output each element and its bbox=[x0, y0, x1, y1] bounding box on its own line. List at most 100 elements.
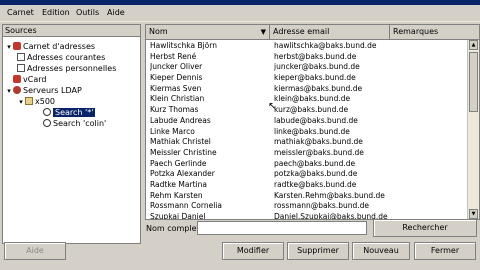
server-icon bbox=[13, 86, 21, 94]
table-row[interactable]: Paech Gerlinde paech@baks.bund.de bbox=[146, 159, 468, 170]
collapse-icon[interactable]: ▾ bbox=[5, 42, 13, 53]
folder-icon bbox=[25, 97, 33, 105]
card-icon bbox=[17, 53, 25, 61]
tree-item-label: Search 'colin' bbox=[53, 119, 107, 128]
row-name: Paech Gerlinde bbox=[150, 158, 207, 168]
row-email: mathiak@baks.bund.de bbox=[274, 137, 363, 147]
row-name: Meissler Christine bbox=[150, 147, 217, 157]
column-header-label: Adresse email bbox=[273, 27, 330, 36]
row-email: juncker@baks.bund.de bbox=[274, 62, 360, 72]
tree-item-label: Adresses personnelles bbox=[27, 64, 117, 73]
row-name: Labude Andreas bbox=[150, 115, 211, 125]
menu-bar: Carnet Edition Outils Aide bbox=[0, 5, 480, 22]
row-email: paech@baks.bund.de bbox=[274, 158, 356, 168]
table-row[interactable]: Linke Marco linke@baks.bund.de bbox=[146, 127, 468, 138]
tree-item-label: vCard bbox=[23, 75, 47, 84]
row-name: Potzka Alexander bbox=[150, 169, 215, 179]
row-email: Karsten.Rehm@baks.bund.de bbox=[274, 190, 385, 200]
new-button[interactable]: Nouveau bbox=[352, 242, 410, 260]
tree-item-label: Adresses courantes bbox=[27, 53, 106, 62]
results-rows: Hawlitschka Björn hawlitschka@baks.bund.d… bbox=[146, 41, 468, 220]
row-email: rossmann@baks.bund.de bbox=[274, 201, 370, 211]
column-header-label: Remarques bbox=[393, 27, 439, 36]
row-email: kieper@baks.bund.de bbox=[274, 73, 356, 83]
row-email: herbst@baks.bund.de bbox=[274, 51, 357, 61]
table-row[interactable]: Potzka Alexander potzka@baks.bund.de bbox=[146, 169, 468, 180]
table-row[interactable]: Meissler Christine meissler@baks.bund.de bbox=[146, 148, 468, 159]
row-name: Kurz Thomas bbox=[150, 105, 199, 115]
scroll-down-icon[interactable]: ▼ bbox=[469, 209, 478, 219]
table-row[interactable]: Hawlitschka Björn hawlitschka@baks.bund.d… bbox=[146, 41, 468, 52]
table-row[interactable]: Labude Andreas labude@baks.bund.de bbox=[146, 116, 468, 127]
search-icon bbox=[43, 119, 51, 127]
table-row[interactable]: Kurz Thomas kurz@baks.bund.de bbox=[146, 105, 468, 116]
sources-panel: Sources ▾ Carnet d'adresses Adresses cour… bbox=[2, 24, 141, 244]
table-row[interactable]: Kiermas Sven kiermas@baks.bund.de bbox=[146, 84, 468, 95]
table-row[interactable]: Herbst René herbst@baks.bund.de bbox=[146, 52, 468, 63]
tree-item-serveurs-ldap[interactable]: ▾ Serveurs LDAP bbox=[5, 85, 82, 96]
address-book-icon bbox=[13, 75, 21, 83]
row-name: Kieper Dennis bbox=[150, 73, 203, 83]
row-name: Mathiak Christel bbox=[150, 137, 211, 147]
column-header-label: Nom bbox=[149, 27, 168, 36]
scroll-up-icon[interactable]: ▲ bbox=[469, 40, 478, 50]
card-icon bbox=[17, 64, 25, 72]
menu-outils[interactable]: Outils bbox=[76, 8, 99, 17]
table-row[interactable]: Mathiak Christel mathiak@baks.bund.de bbox=[146, 137, 468, 148]
tree-item-carnet-adresses[interactable]: ▾ Carnet d'adresses bbox=[5, 41, 95, 52]
modify-button[interactable]: Modifier bbox=[222, 242, 284, 260]
search-button[interactable]: Rechercher bbox=[373, 219, 477, 237]
help-button[interactable]: Aide bbox=[4, 242, 66, 260]
delete-button[interactable]: Supprimer bbox=[287, 242, 349, 260]
tree-item-adresses-courantes[interactable]: Adresses courantes bbox=[17, 52, 105, 63]
row-name: Juncker Oliver bbox=[150, 62, 203, 72]
row-email: klein@baks.bund.de bbox=[274, 94, 351, 104]
menu-carnet[interactable]: Carnet bbox=[7, 8, 34, 17]
tree-item-x500[interactable]: ▾ x500 bbox=[17, 96, 55, 107]
row-email: radtke@baks.bund.de bbox=[274, 179, 357, 189]
table-row[interactable]: Juncker Oliver juncker@baks.bund.de bbox=[146, 62, 468, 73]
row-email: kurz@baks.bund.de bbox=[274, 105, 349, 115]
tree-item-label: Serveurs LDAP bbox=[23, 86, 82, 95]
tree-item-label: Carnet d'adresses bbox=[23, 42, 96, 51]
collapse-icon[interactable]: ▾ bbox=[5, 86, 13, 97]
search-icon bbox=[43, 108, 51, 116]
row-email: hawlitschka@baks.bund.de bbox=[274, 41, 377, 50]
menu-aide[interactable]: Aide bbox=[107, 8, 125, 17]
row-email: potzka@baks.bund.de bbox=[274, 169, 358, 179]
collapse-icon[interactable]: ▾ bbox=[17, 97, 25, 108]
results-list: Nom ▼ Adresse email Remarques Hawlitschk… bbox=[145, 24, 480, 220]
row-name: Hawlitschka Björn bbox=[150, 41, 217, 50]
row-name: Szupkai Daniel bbox=[150, 212, 206, 220]
sort-down-icon: ▼ bbox=[260, 28, 266, 36]
tree-item-vcard[interactable]: vCard bbox=[13, 74, 46, 85]
tree-item-search-colin[interactable]: Search 'colin' bbox=[43, 118, 106, 129]
column-header-email[interactable]: Adresse email bbox=[270, 25, 390, 39]
tree-item-search-all[interactable]: Search '*' bbox=[43, 107, 96, 118]
scrollbar-thumb[interactable] bbox=[469, 52, 478, 112]
column-header-nom[interactable]: Nom ▼ bbox=[146, 25, 270, 39]
tree-item-label: Search '*' bbox=[53, 108, 96, 117]
table-row[interactable]: Klein Christian klein@baks.bund.de bbox=[146, 94, 468, 105]
row-email: linke@baks.bund.de bbox=[274, 126, 350, 136]
close-button[interactable]: Fermer bbox=[414, 242, 476, 260]
tree-item-adresses-personnelles[interactable]: Adresses personnelles bbox=[17, 63, 116, 74]
row-name: Rossmann Cornelia bbox=[150, 201, 222, 211]
row-name: Radtke Martina bbox=[150, 179, 207, 189]
tree-item-label: x500 bbox=[35, 97, 56, 106]
table-row[interactable]: Radtke Martina radtke@baks.bund.de bbox=[146, 180, 468, 191]
row-email: meissler@baks.bund.de bbox=[274, 147, 364, 157]
vertical-scrollbar[interactable]: ▲ ▼ bbox=[467, 40, 479, 219]
row-email: labude@baks.bund.de bbox=[274, 115, 358, 125]
row-name: Kiermas Sven bbox=[150, 83, 202, 93]
sources-header: Sources bbox=[3, 25, 140, 37]
mouse-cursor-icon: ↖ bbox=[268, 101, 277, 112]
menu-edition[interactable]: Edition bbox=[42, 8, 70, 17]
table-row[interactable]: Rossmann Cornelia rossmann@baks.bund.de bbox=[146, 201, 468, 212]
table-row[interactable]: Kieper Dennis kieper@baks.bund.de bbox=[146, 73, 468, 84]
table-row[interactable]: Rehm Karsten Karsten.Rehm@baks.bund.de bbox=[146, 191, 468, 202]
column-header-remarques[interactable]: Remarques bbox=[390, 25, 479, 39]
search-input[interactable] bbox=[197, 221, 367, 235]
row-name: Klein Christian bbox=[150, 94, 205, 104]
row-name: Herbst René bbox=[150, 51, 197, 61]
